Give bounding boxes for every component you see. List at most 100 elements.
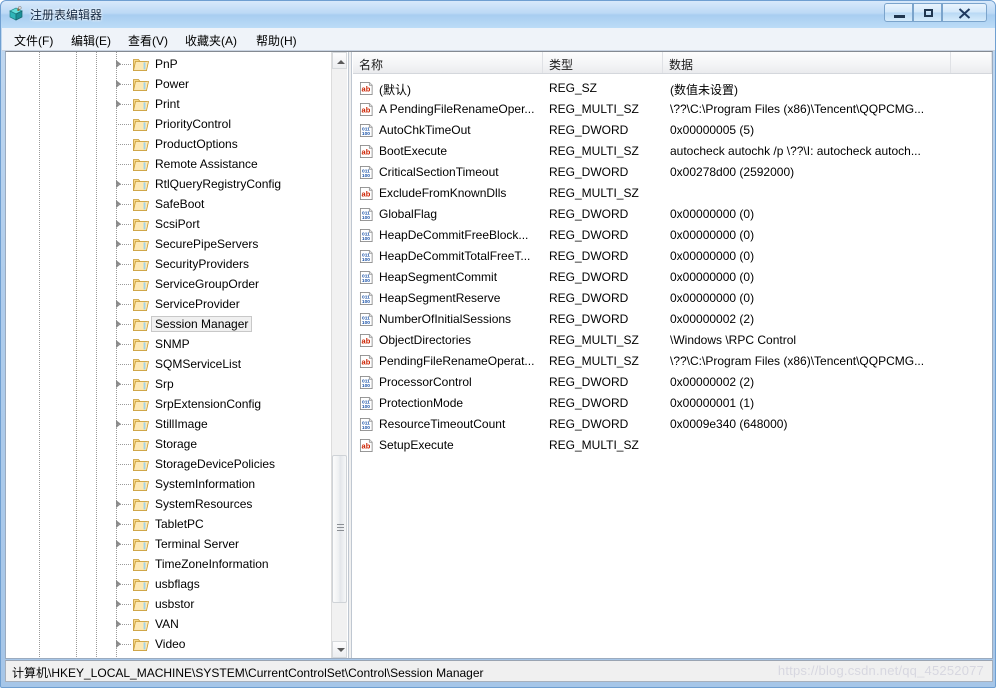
column-header-type[interactable]: 类型 — [543, 52, 663, 73]
folder-icon — [133, 539, 149, 551]
tree-connector — [116, 444, 132, 445]
tree-item-stillimage[interactable]: StillImage — [6, 414, 331, 434]
tree-item-power[interactable]: Power — [6, 74, 331, 94]
value-type: REG_DWORD — [549, 249, 629, 263]
registry-tree-pane[interactable]: PnP Power Print PriorityControl ProductOptio… — [6, 52, 348, 658]
tree-item-servicegrouporder[interactable]: ServiceGroupOrder — [6, 274, 331, 294]
tree-item-snmp[interactable]: SNMP — [6, 334, 331, 354]
tree-item-label: SafeBoot — [155, 197, 205, 211]
value-row[interactable]: ab PendingFileRenameOperat... REG_MULTI_SZ… — [353, 351, 992, 372]
tree-item-storage[interactable]: Storage — [6, 434, 331, 454]
value-name: NumberOfInitialSessions — [379, 312, 512, 326]
tree-item-productoptions[interactable]: ProductOptions — [6, 134, 331, 154]
tree-item-serviceprovider[interactable]: ServiceProvider — [6, 294, 331, 314]
folder-icon — [133, 219, 149, 231]
value-row[interactable]: 011 100 HeapSegmentCommit REG_DWORD 0x000000… — [353, 267, 992, 288]
value-row[interactable]: ab ExcludeFromKnownDlls REG_MULTI_SZ — [353, 183, 992, 204]
scroll-up-button[interactable] — [332, 52, 347, 69]
minimize-button[interactable] — [884, 3, 913, 22]
menu-file[interactable]: 文件(F) — [12, 32, 55, 49]
column-header-data[interactable]: 数据 — [663, 52, 951, 73]
tree-item-tabletpc[interactable]: TabletPC — [6, 514, 331, 534]
menu-favorites[interactable]: 收藏夹(A) — [183, 32, 239, 49]
tree-item-pnp[interactable]: PnP — [6, 54, 331, 74]
value-name: AutoChkTimeOut — [379, 123, 471, 137]
tree-item-rtlqueryregistryconfig[interactable]: RtlQueryRegistryConfig — [6, 174, 331, 194]
tree-item-remote-assistance[interactable]: Remote Assistance — [6, 154, 331, 174]
value-name: PendingFileRenameOperat... — [379, 354, 535, 368]
tree-item-sqmservicelist[interactable]: SQMServiceList — [6, 354, 331, 374]
value-data: 0x00278d00 (2592000) — [670, 165, 795, 179]
value-row[interactable]: ab BootExecute REG_MULTI_SZ autocheck autoc… — [353, 141, 992, 162]
registry-values-pane[interactable]: 名称 类型 数据 ab (默认) REG_SZ (数值未设置) ab A PendingF… — [353, 52, 992, 658]
title-bar[interactable]: 注册表编辑器 — [1, 1, 995, 28]
tree-item-session-manager[interactable]: Session Manager — [6, 314, 331, 334]
value-name: BootExecute — [379, 144, 448, 158]
tree-item-srpextensionconfig[interactable]: SrpExtensionConfig — [6, 394, 331, 414]
tree-item-terminal-server[interactable]: Terminal Server — [6, 534, 331, 554]
tree-item-label: PnP — [155, 57, 178, 71]
close-button[interactable] — [942, 3, 987, 22]
tree-item-video[interactable]: Video — [6, 634, 331, 654]
value-row[interactable]: 011 100 NumberOfInitialSessions REG_DWORD 0x… — [353, 309, 992, 330]
tree-item-label: ProductOptions — [155, 137, 238, 151]
column-header-extra[interactable] — [951, 52, 992, 73]
pane-splitter[interactable] — [348, 52, 352, 658]
tree-item-label: VAN — [155, 617, 179, 631]
value-row[interactable]: 011 100 HeapDeCommitTotalFreeT... REG_DWORD… — [353, 246, 992, 267]
value-row[interactable]: 011 100 ResourceTimeoutCount REG_DWORD 0x000… — [353, 414, 992, 435]
tree-item-safeboot[interactable]: SafeBoot — [6, 194, 331, 214]
tree-item-systemresources[interactable]: SystemResources — [6, 494, 331, 514]
maximize-button[interactable] — [913, 3, 942, 22]
tree-item-label: StorageDevicePolicies — [155, 457, 276, 471]
value-row[interactable]: 011 100 ProcessorControl REG_DWORD 0x0000000… — [353, 372, 992, 393]
tree-connector — [116, 464, 132, 465]
value-row[interactable]: 011 100 HeapDeCommitFreeBlock... REG_DWORD 0… — [353, 225, 992, 246]
maximize-icon — [924, 9, 933, 17]
svg-text:100: 100 — [362, 278, 370, 284]
tree-item-prioritycontrol[interactable]: PriorityControl — [6, 114, 331, 134]
tree-item-srp[interactable]: Srp — [6, 374, 331, 394]
tree-item-storagedevicepolicies[interactable]: StorageDevicePolicies — [6, 454, 331, 474]
tree-item-print[interactable]: Print — [6, 94, 331, 114]
value-row[interactable]: 011 100 AutoChkTimeOut REG_DWORD 0x00000005 … — [353, 120, 992, 141]
value-row[interactable]: 011 100 HeapSegmentReserve REG_DWORD 0x00000… — [353, 288, 992, 309]
tree-item-securityproviders[interactable]: SecurityProviders — [6, 254, 331, 274]
tree-vertical-scrollbar[interactable] — [331, 52, 347, 658]
value-row[interactable]: ab ObjectDirectories REG_MULTI_SZ \Windows … — [353, 330, 992, 351]
column-header-name[interactable]: 名称 — [353, 52, 543, 73]
folder-icon — [133, 479, 149, 491]
tree-connector — [116, 624, 132, 625]
tree-item-usbflags[interactable]: usbflags — [6, 574, 331, 594]
tree-item-van[interactable]: VAN — [6, 614, 331, 634]
value-name: HeapSegmentReserve — [379, 291, 501, 305]
tree-item-label: RtlQueryRegistryConfig — [155, 177, 282, 191]
menu-help[interactable]: 帮助(H) — [254, 32, 299, 49]
tree-item-timezoneinformation[interactable]: TimeZoneInformation — [6, 554, 331, 574]
value-row[interactable]: ab A PendingFileRenameOper... REG_MULTI_SZ… — [353, 99, 992, 120]
caret-down-icon — [337, 648, 345, 652]
scroll-down-button[interactable] — [332, 641, 347, 658]
value-data: \Windows \RPC Control — [670, 333, 797, 347]
folder-icon — [133, 639, 149, 651]
column-header-type-label: 类型 — [549, 58, 574, 72]
tree-item-systeminformation[interactable]: SystemInformation — [6, 474, 331, 494]
value-row[interactable]: ab (默认) REG_SZ (数值未设置) — [353, 78, 992, 99]
value-row[interactable]: 011 100 CriticalSectionTimeout REG_DWORD 0x0… — [353, 162, 992, 183]
tree-item-scsiport[interactable]: ScsiPort — [6, 214, 331, 234]
tree-item-securepipeservers[interactable]: SecurePipeServers — [6, 234, 331, 254]
value-row[interactable]: 011 100 GlobalFlag REG_DWORD 0x00000000 (0) — [353, 204, 992, 225]
menu-view[interactable]: 查看(V) — [126, 32, 170, 49]
dword-value-icon: 011100 — [359, 291, 373, 305]
value-type: REG_DWORD — [549, 207, 629, 221]
value-type: REG_DWORD — [549, 228, 629, 242]
value-data: 0x00000000 (0) — [670, 207, 755, 221]
value-name: ProcessorControl — [379, 375, 472, 389]
tree-item-usbstor[interactable]: usbstor — [6, 594, 331, 614]
menu-edit[interactable]: 编辑(E) — [69, 32, 113, 49]
value-row[interactable]: 011 100 ProtectionMode REG_DWORD 0x00000001 … — [353, 393, 992, 414]
scrollbar-thumb[interactable] — [332, 455, 347, 603]
folder-icon — [133, 159, 149, 171]
tree-connector — [116, 324, 132, 325]
value-row[interactable]: ab SetupExecute REG_MULTI_SZ — [353, 435, 992, 456]
